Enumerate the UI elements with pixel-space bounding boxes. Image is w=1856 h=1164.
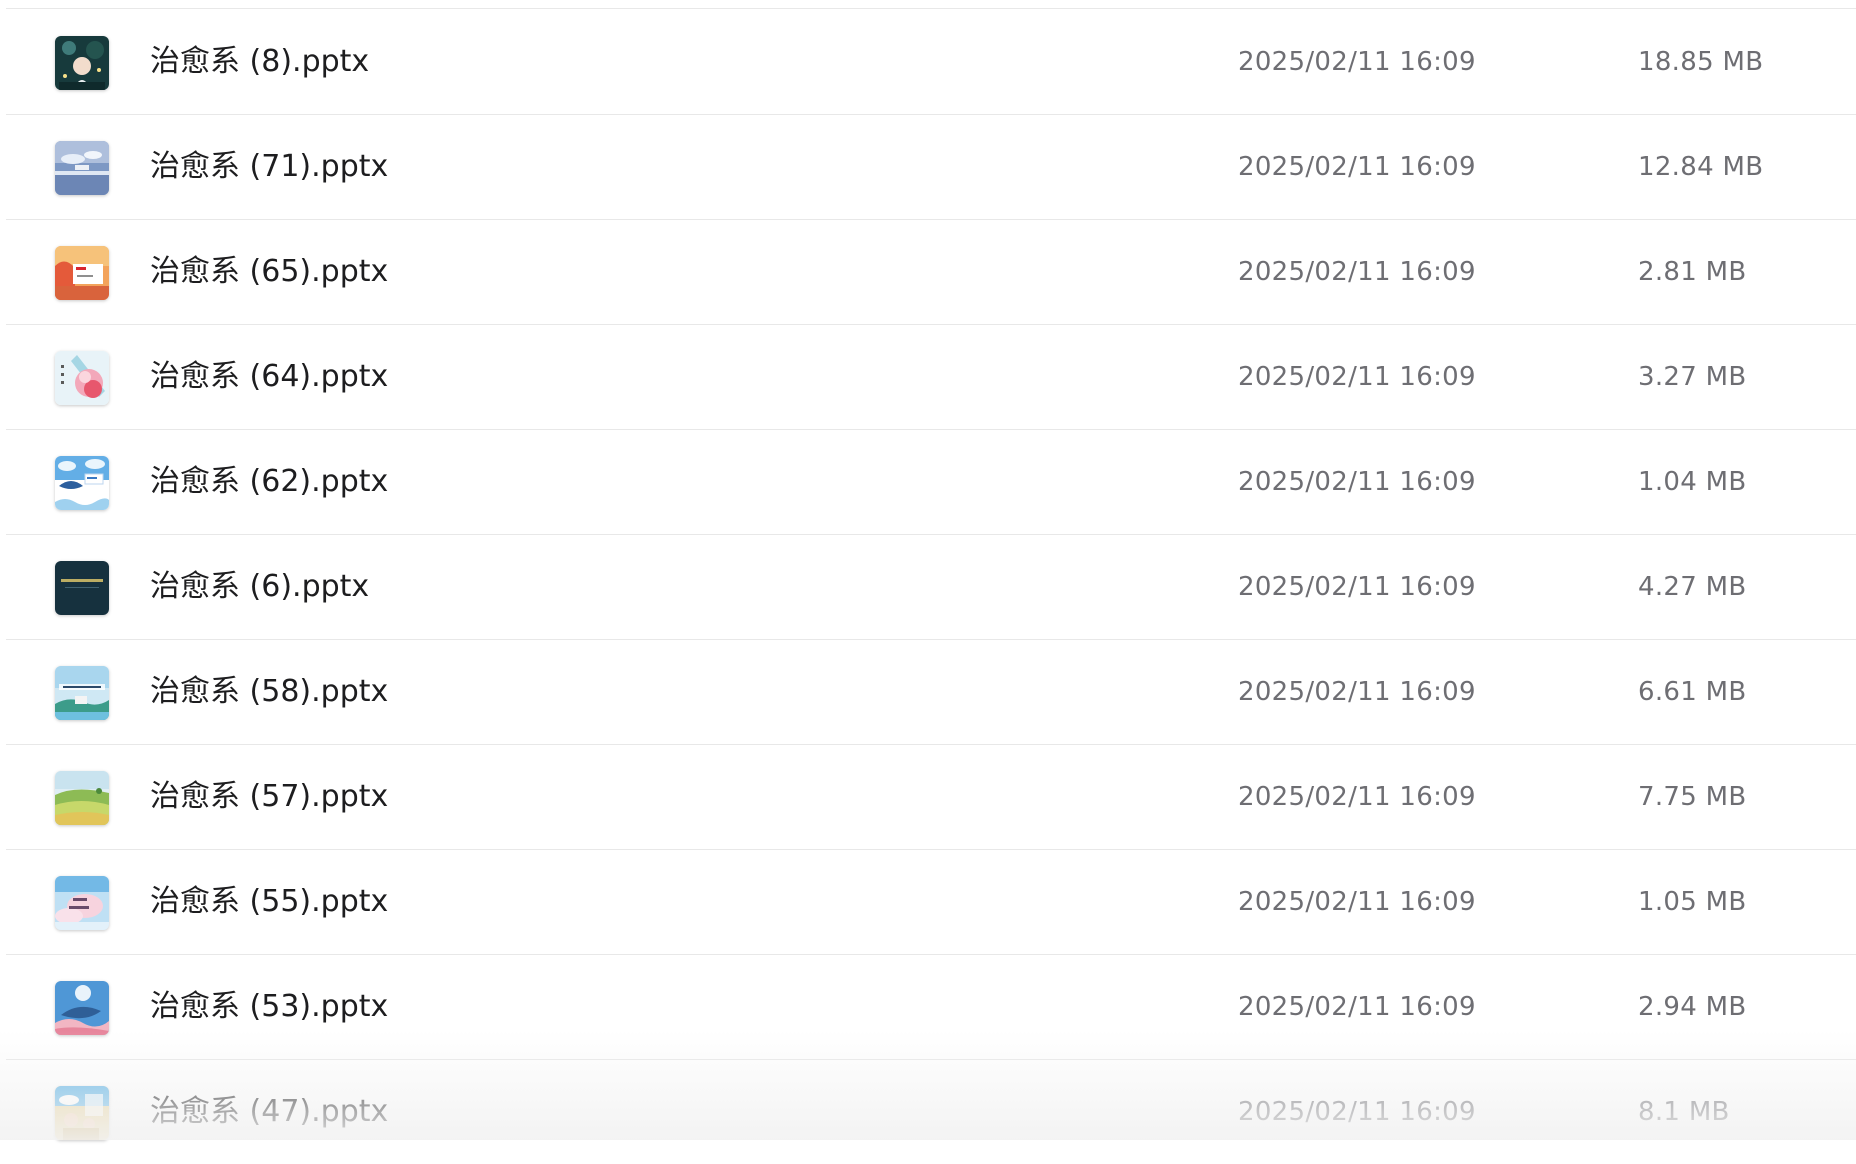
file-name: 治愈系 (6).pptx (150, 569, 370, 604)
file-row[interactable]: 治愈系 (58).pptx 2025/02/11 16:09 6.61 MB (6, 640, 1856, 745)
file-row[interactable]: 治愈系 (62).pptx 2025/02/11 16:09 1.04 MB (6, 430, 1856, 535)
file-name: 治愈系 (8).pptx (150, 44, 370, 79)
thumb-whale-sky-icon (55, 456, 109, 510)
file-row[interactable]: 治愈系 (64).pptx 2025/02/11 16:09 3.27 MB (6, 325, 1856, 430)
file-row[interactable]: 治愈系 (47).pptx 2025/02/11 16:09 8.1 MB (6, 1060, 1856, 1164)
file-size: 2.94 MB (1638, 992, 1747, 1022)
file-list: 治愈系 (8).pptx 2025/02/11 16:09 18.85 MB 治… (0, 0, 1856, 1140)
file-row[interactable]: 治愈系 (71).pptx 2025/02/11 16:09 12.84 MB (6, 115, 1856, 220)
file-modified-date: 2025/02/11 16:09 (1238, 362, 1476, 392)
file-name: 治愈系 (58).pptx (150, 674, 389, 709)
file-row[interactable]: 治愈系 (6).pptx 2025/02/11 16:09 4.27 MB (6, 535, 1856, 640)
file-modified-date: 2025/02/11 16:09 (1238, 467, 1476, 497)
thumb-green-field-icon (55, 771, 109, 825)
file-modified-date: 2025/02/11 16:09 (1238, 152, 1476, 182)
file-row[interactable]: 治愈系 (57).pptx 2025/02/11 16:09 7.75 MB (6, 745, 1856, 850)
thumb-night-girl-icon (55, 36, 109, 90)
file-size: 7.75 MB (1638, 782, 1747, 812)
file-modified-date: 2025/02/11 16:09 (1238, 677, 1476, 707)
file-name: 治愈系 (57).pptx (150, 779, 389, 814)
file-name: 治愈系 (65).pptx (150, 254, 389, 289)
thumb-sky-lake-icon (55, 141, 109, 195)
file-size: 12.84 MB (1638, 152, 1764, 182)
file-name: 治愈系 (64).pptx (150, 359, 389, 394)
thumb-sunset-card-icon (55, 246, 109, 300)
file-modified-date: 2025/02/11 16:09 (1238, 782, 1476, 812)
file-size: 3.27 MB (1638, 362, 1747, 392)
file-row[interactable]: 治愈系 (53).pptx 2025/02/11 16:09 2.94 MB (6, 955, 1856, 1060)
file-row[interactable]: 治愈系 (8).pptx 2025/02/11 16:09 18.85 MB (6, 10, 1856, 115)
file-name: 治愈系 (53).pptx (150, 989, 389, 1024)
file-modified-date: 2025/02/11 16:09 (1238, 257, 1476, 287)
file-name: 治愈系 (62).pptx (150, 464, 389, 499)
file-name: 治愈系 (71).pptx (150, 149, 389, 184)
file-size: 1.05 MB (1638, 887, 1747, 917)
thumb-moon-whale-icon (55, 981, 109, 1035)
file-size: 18.85 MB (1638, 47, 1764, 77)
file-size: 8.1 MB (1638, 1097, 1730, 1127)
file-modified-date: 2025/02/11 16:09 (1238, 572, 1476, 602)
thumb-cartoon-kids-icon (55, 1086, 109, 1140)
file-size: 1.04 MB (1638, 467, 1747, 497)
file-name: 治愈系 (47).pptx (150, 1094, 389, 1129)
file-modified-date: 2025/02/11 16:09 (1238, 887, 1476, 917)
thumb-pink-flower-icon (55, 351, 109, 405)
file-modified-date: 2025/02/11 16:09 (1238, 1097, 1476, 1127)
thumb-watercolor-village-icon (55, 666, 109, 720)
file-size: 2.81 MB (1638, 257, 1747, 287)
thumb-dark-teal-icon (55, 561, 109, 615)
file-size: 6.61 MB (1638, 677, 1747, 707)
file-row[interactable]: 治愈系 (65).pptx 2025/02/11 16:09 2.81 MB (6, 220, 1856, 325)
file-modified-date: 2025/02/11 16:09 (1238, 47, 1476, 77)
thumb-pink-sky-icon (55, 876, 109, 930)
list-divider (6, 8, 1856, 9)
file-modified-date: 2025/02/11 16:09 (1238, 992, 1476, 1022)
file-name: 治愈系 (55).pptx (150, 884, 389, 919)
file-row[interactable]: 治愈系 (55).pptx 2025/02/11 16:09 1.05 MB (6, 850, 1856, 955)
file-size: 4.27 MB (1638, 572, 1747, 602)
